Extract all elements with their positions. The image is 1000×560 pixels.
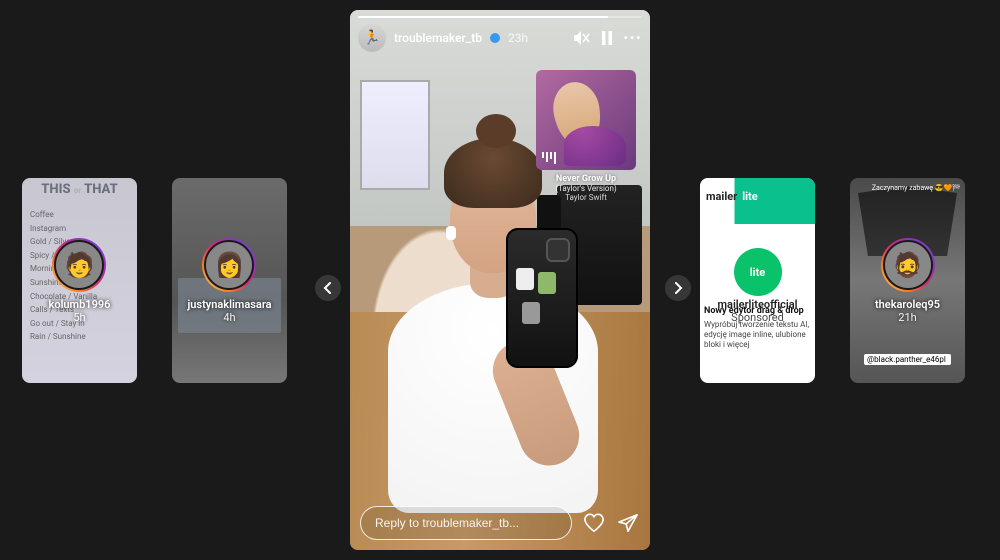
avatar-ring: 🧔 — [881, 238, 935, 292]
thumb-username: justynaklimasara — [187, 298, 271, 311]
author-avatar[interactable]: 🏃 — [358, 24, 386, 52]
thumb-username: mailerliteofficial — [717, 298, 797, 311]
pause-icon — [601, 31, 613, 45]
heart-icon — [583, 513, 605, 533]
story-viewer: THIS or THAT Coffee Instagram Gold / Sil… — [0, 0, 1000, 560]
mute-button[interactable] — [572, 30, 590, 46]
reply-input[interactable] — [360, 506, 572, 540]
story-thumb-4[interactable]: Zaczynamy zabawę 😎🧡🏁 🧔 thekaroleq95 21h … — [850, 178, 965, 383]
thumb-username: thekaroleq95 — [875, 298, 940, 311]
thumb-overlay-text: Zaczynamy zabawę 😎🧡🏁 — [872, 184, 961, 192]
like-button[interactable] — [582, 511, 606, 535]
thumb-time: Sponsored — [717, 311, 797, 324]
share-button[interactable] — [616, 511, 640, 535]
verified-badge-icon — [490, 33, 500, 43]
thumb-time: 4h — [187, 311, 271, 324]
chevron-left-icon — [323, 282, 333, 294]
mention-tag[interactable]: @black.panther_e46pl — [864, 354, 951, 365]
more-icon: ••• — [624, 31, 643, 45]
equalizer-icon — [542, 152, 556, 164]
story-footer — [360, 506, 640, 540]
chevron-right-icon — [673, 282, 683, 294]
story-thumb-1[interactable]: THIS or THAT Coffee Instagram Gold / Sil… — [22, 178, 137, 383]
volume-mute-icon — [572, 30, 590, 46]
avatar: 🧑 — [54, 240, 104, 290]
send-icon — [617, 513, 639, 533]
story-header: 🏃 troublemaker_tb 23h ••• — [358, 24, 642, 52]
thumb-username: kolumb1996 — [49, 298, 111, 311]
prev-story-button[interactable] — [315, 275, 341, 301]
avatar-ring: 🧑 — [52, 238, 106, 292]
thumb-time: 21h — [875, 311, 940, 324]
thumb-time: 5h — [49, 311, 111, 324]
story-thumb-3[interactable]: mailerlite lite Nowy edytor drag & drop … — [700, 178, 815, 383]
pause-button[interactable] — [598, 31, 616, 45]
music-cover — [536, 70, 636, 170]
story-thumb-2[interactable]: 👩 justynaklimasara 4h — [172, 178, 287, 383]
progress-bar[interactable] — [358, 16, 642, 18]
music-artist: Taylor Swift — [536, 193, 636, 202]
next-story-button[interactable] — [665, 275, 691, 301]
music-title: Never Grow Up — [536, 174, 636, 184]
avatar: 🧔 — [883, 240, 933, 290]
brand-logo: lite — [734, 248, 782, 296]
more-button[interactable]: ••• — [624, 31, 642, 45]
avatar: 👩 — [204, 240, 254, 290]
author-username[interactable]: troublemaker_tb — [394, 31, 482, 45]
story-time: 23h — [508, 31, 528, 45]
music-subtitle: (Taylor's Version) — [536, 184, 636, 193]
active-story[interactable]: 🏃 troublemaker_tb 23h ••• Never Grow Up … — [350, 10, 650, 550]
avatar-ring: 👩 — [202, 238, 256, 292]
music-sticker[interactable]: Never Grow Up (Taylor's Version) Taylor … — [536, 70, 636, 202]
